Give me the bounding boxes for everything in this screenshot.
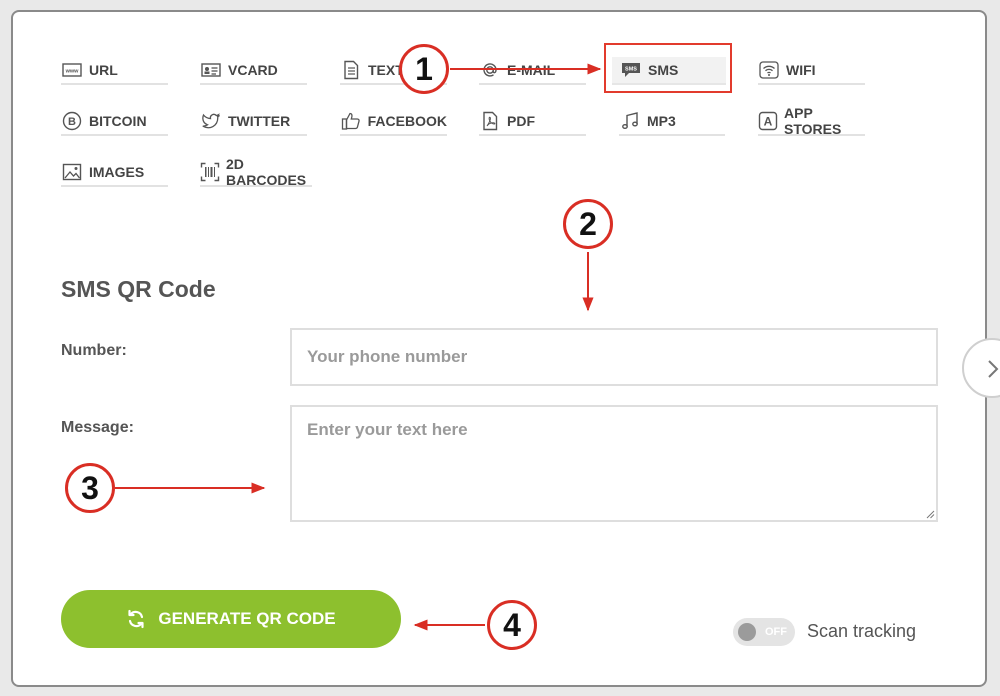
annotation-badge-1: 1	[399, 44, 449, 94]
annotation-badge-4: 4	[487, 600, 537, 650]
annotation-arrows	[115, 63, 602, 631]
annotation-badge-3: 3	[65, 463, 115, 513]
annotation-badge-2: 2	[563, 199, 613, 249]
